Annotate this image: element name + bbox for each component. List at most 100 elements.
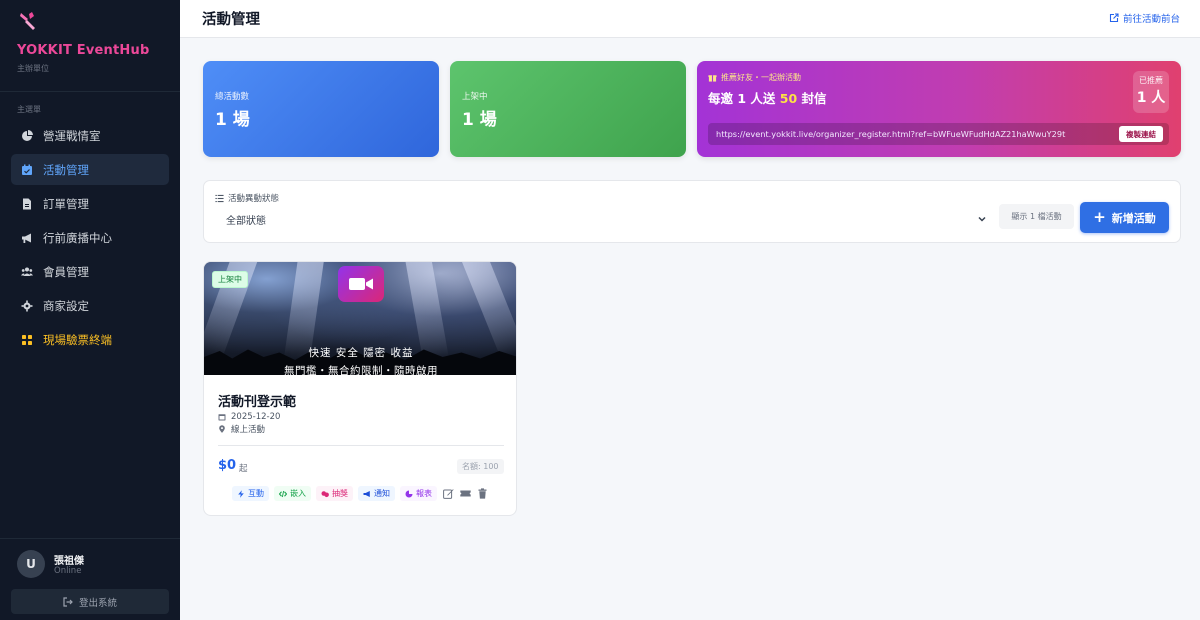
event-title[interactable]: 活動刊登示範 xyxy=(218,391,296,410)
menu-heading: 主選單 xyxy=(17,105,41,114)
sidebar-item-members[interactable]: 會員管理 xyxy=(11,256,169,287)
stat-card-total-events: 總活動數 1 場 xyxy=(203,61,439,157)
event-count-chip: 顯示 1 檔活動 xyxy=(999,204,1074,229)
sidebar-item-label: 行前廣播中心 xyxy=(43,230,112,245)
brand-logo-icon[interactable] xyxy=(18,10,38,32)
status-badge: 上架中 xyxy=(212,271,248,288)
megaphone-icon xyxy=(363,490,370,497)
brand-subtitle: 主辦單位 xyxy=(17,64,49,73)
event-venue-text: 線上活動 xyxy=(231,425,266,435)
pie-chart-icon xyxy=(21,129,43,142)
sidebar-item-orders[interactable]: 訂單管理 xyxy=(11,188,169,219)
sidebar-item-label: 現場驗票終端 xyxy=(43,332,112,347)
event-price: $0 xyxy=(218,458,237,473)
megaphone-icon xyxy=(21,232,43,244)
referral-url[interactable]: https://event.yokkit.live/organizer_regi… xyxy=(716,129,1065,139)
top-header: 活動管理 前往活動前台 xyxy=(180,0,1200,38)
calendar-icon xyxy=(21,164,43,176)
stat-label: 上架中 xyxy=(462,92,488,102)
status-filter-select[interactable]: 全部狀態 xyxy=(215,208,991,230)
event-quota-badge: 名額: 100 xyxy=(457,459,504,474)
gift-icon xyxy=(321,490,329,497)
user-name: 張祖傑 xyxy=(54,556,84,567)
referral-headline-highlight: 50 xyxy=(779,91,798,106)
referral-count-label: 已推薦 xyxy=(1139,76,1163,85)
users-icon xyxy=(21,266,43,278)
referral-headline-prefix: 每邀 1 人送 xyxy=(708,91,780,106)
sidebar-item-events[interactable]: 活動管理 xyxy=(11,154,169,185)
invoice-icon xyxy=(21,198,43,210)
chevron-down-icon xyxy=(978,216,986,222)
trash-icon[interactable] xyxy=(476,488,488,500)
referral-count-box: 已推薦 1 人 xyxy=(1133,71,1169,113)
referral-headline-suffix: 封信 xyxy=(797,91,827,106)
logout-icon xyxy=(63,596,73,607)
event-date-text: 2025-12-20 xyxy=(231,412,281,422)
sidebar-item-settings[interactable]: 商家設定 xyxy=(11,290,169,321)
event-actions: 互動 嵌入 抽獎 通知 報表 xyxy=(232,486,488,501)
page-title: 活動管理 xyxy=(202,12,260,28)
stat-value: 1 場 xyxy=(462,110,497,130)
stat-card-published: 上架中 1 場 xyxy=(450,61,686,157)
referral-kicker: 推薦好友・一起辦活動 xyxy=(708,72,801,83)
divider xyxy=(0,538,180,539)
sidebar-item-ticket-terminal[interactable]: 現場驗票終端 xyxy=(11,324,169,355)
notify-button[interactable]: 通知 xyxy=(358,486,395,501)
event-banner-image[interactable]: 上架中 快速 安全 隱密 收益 無門檻・無合約限制・隨時啟用 xyxy=(204,262,516,377)
add-event-label: 新增活動 xyxy=(1111,211,1156,225)
list-filter-icon xyxy=(215,194,224,202)
front-site-link-label: 前往活動前台 xyxy=(1122,14,1180,25)
logout-label: 登出系統 xyxy=(78,597,117,609)
divider xyxy=(218,445,504,446)
lottery-button[interactable]: 抽獎 xyxy=(316,486,353,501)
sidebar-item-dashboard[interactable]: 營運戰情室 xyxy=(11,120,169,151)
code-icon xyxy=(279,490,287,497)
referral-card: 推薦好友・一起辦活動 每邀 1 人送 50 封信 已推薦 1 人 https:/… xyxy=(697,61,1181,157)
action-label: 通知 xyxy=(374,489,390,498)
event-price-suffix: 起 xyxy=(239,464,248,474)
filter-label: 活動異動狀態 xyxy=(215,192,279,204)
sidebar-item-label: 訂單管理 xyxy=(43,196,89,211)
referral-headline: 每邀 1 人送 50 封信 xyxy=(708,88,827,107)
avatar[interactable]: U xyxy=(17,550,45,578)
add-event-button[interactable]: + 新增活動 xyxy=(1080,202,1169,233)
event-card[interactable]: 上架中 快速 安全 隱密 收益 無門檻・無合約限制・隨時啟用 活動刊登示範 20… xyxy=(203,261,517,516)
sidebar-item-label: 營運戰情室 xyxy=(43,128,101,143)
referral-count-value: 1 人 xyxy=(1136,90,1166,106)
gear-icon xyxy=(21,300,43,312)
calendar-icon xyxy=(218,414,226,421)
embed-button[interactable]: 嵌入 xyxy=(274,486,311,501)
ticket-icon[interactable] xyxy=(459,488,471,500)
brand-name: YOKKIT EventHub xyxy=(17,43,150,58)
map-pin-icon xyxy=(219,425,225,433)
edit-icon[interactable] xyxy=(442,488,454,500)
report-button[interactable]: 報表 xyxy=(400,486,437,501)
stat-value: 1 場 xyxy=(215,110,250,130)
logout-button[interactable]: 登出系統 xyxy=(11,589,169,614)
action-label: 互動 xyxy=(248,489,264,498)
filter-bar: 活動異動狀態 全部狀態 顯示 1 檔活動 + 新增活動 xyxy=(203,180,1181,243)
action-label: 嵌入 xyxy=(290,489,306,498)
sidebar-item-label: 活動管理 xyxy=(43,162,89,177)
video-camera-icon xyxy=(338,266,384,302)
event-date: 2025-12-20 xyxy=(218,412,280,422)
sidebar-menu: 營運戰情室 活動管理 訂單管理 行前廣播中心 會員管理 商家設定 現場驗票終端 xyxy=(11,120,169,358)
event-venue: 線上活動 xyxy=(218,423,265,435)
referral-link-bar: https://event.yokkit.live/organizer_regi… xyxy=(708,123,1169,145)
copy-link-button[interactable]: 複製連結 xyxy=(1119,126,1163,142)
plus-icon: + xyxy=(1093,208,1106,226)
filter-label-text: 活動異動狀態 xyxy=(228,194,280,204)
external-link-icon xyxy=(1109,13,1119,23)
banner-subtagline: 無門檻・無合約限制・隨時啟用 xyxy=(284,365,438,377)
sidebar-item-broadcast[interactable]: 行前廣播中心 xyxy=(11,222,169,253)
front-site-link[interactable]: 前往活動前台 xyxy=(1109,11,1180,25)
sidebar-item-label: 商家設定 xyxy=(43,298,89,313)
sidebar: YOKKIT EventHub 主辦單位 主選單 營運戰情室 活動管理 訂單管理 xyxy=(0,0,180,620)
banner-tagline: 快速 安全 隱密 收益 xyxy=(308,347,414,359)
stat-label: 總活動數 xyxy=(215,92,250,102)
gift-icon xyxy=(708,75,717,82)
bolt-icon xyxy=(238,489,244,498)
referral-kicker-text: 推薦好友・一起辦活動 xyxy=(721,73,801,82)
divider xyxy=(0,91,180,92)
interact-button[interactable]: 互動 xyxy=(232,486,269,501)
